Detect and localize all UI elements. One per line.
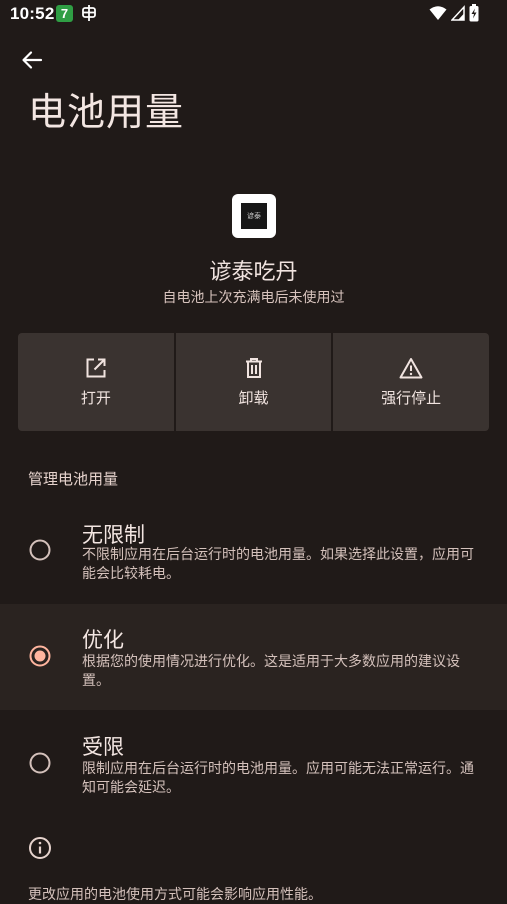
- option-description: 根据您的使用情况进行优化。这是适用于大多数应用的建议设置。: [82, 654, 460, 689]
- arrow-left-icon: [22, 51, 43, 69]
- app-icon: 谚泰: [232, 194, 276, 238]
- app-icon-logo: 谚泰: [241, 203, 267, 229]
- back-button[interactable]: [14, 42, 50, 78]
- footer-text: 更改应用的电池使用方式可能会影响应用性能。: [28, 887, 322, 903]
- radio-unselected-icon[interactable]: [29, 539, 51, 561]
- force-stop-button-label: 强行停止: [381, 388, 442, 407]
- force-stop-button[interactable]: 强行停止: [333, 333, 490, 431]
- info-icon: [29, 837, 51, 859]
- notification-badge-icon: 7: [56, 5, 73, 22]
- signal-icon: [451, 5, 465, 21]
- option-description: 不限制应用在后台运行时的电池用量。如果选择此设置，应用可能会比较耗电。: [82, 547, 474, 582]
- option-title: 优化: [82, 628, 124, 652]
- app-name: 谚泰吃丹: [209, 260, 298, 285]
- uninstall-button[interactable]: 卸载: [175, 333, 332, 431]
- battery-charging-icon: [469, 4, 479, 22]
- open-button-label: 打开: [80, 388, 111, 407]
- status-bar: 10:52 7: [0, 0, 507, 28]
- option-unrestricted[interactable]: 无限制 不限制应用在后台运行时的电池用量。如果选择此设置，应用可能会比较耗电。: [0, 497, 507, 603]
- wifi-icon: [429, 6, 447, 20]
- option-restricted[interactable]: 受限 限制应用在后台运行时的电池用量。应用可能无法正常运行。通知可能会延迟。: [0, 711, 507, 817]
- open-button[interactable]: 打开: [18, 333, 174, 431]
- status-time: 10:52: [10, 4, 55, 23]
- option-optimized[interactable]: 优化 根据您的使用情况进行优化。这是适用于大多数应用的建议设置。: [0, 604, 507, 710]
- radio-selected-icon[interactable]: [29, 645, 51, 667]
- option-title: 无限制: [82, 523, 145, 547]
- system-icons: [429, 4, 479, 22]
- app-usage-subtitle: 自电池上次充满电后未使用过: [162, 290, 345, 306]
- radio-unselected-icon[interactable]: [29, 752, 51, 774]
- section-header-battery: 管理电池用量: [28, 470, 119, 488]
- uninstall-button-label: 卸载: [238, 388, 269, 407]
- open-external-icon: [86, 358, 106, 377]
- option-description: 限制应用在后台运行时的电池用量。应用可能无法正常运行。通知可能会延迟。: [82, 761, 474, 796]
- warning-triangle-icon: [399, 357, 423, 378]
- action-bar: 打开 卸载 强行停止: [18, 333, 490, 431]
- page-title: 电池用量: [28, 90, 185, 134]
- bug-icon: [82, 5, 96, 21]
- option-title: 受限: [82, 735, 124, 759]
- trash-icon: [245, 357, 262, 378]
